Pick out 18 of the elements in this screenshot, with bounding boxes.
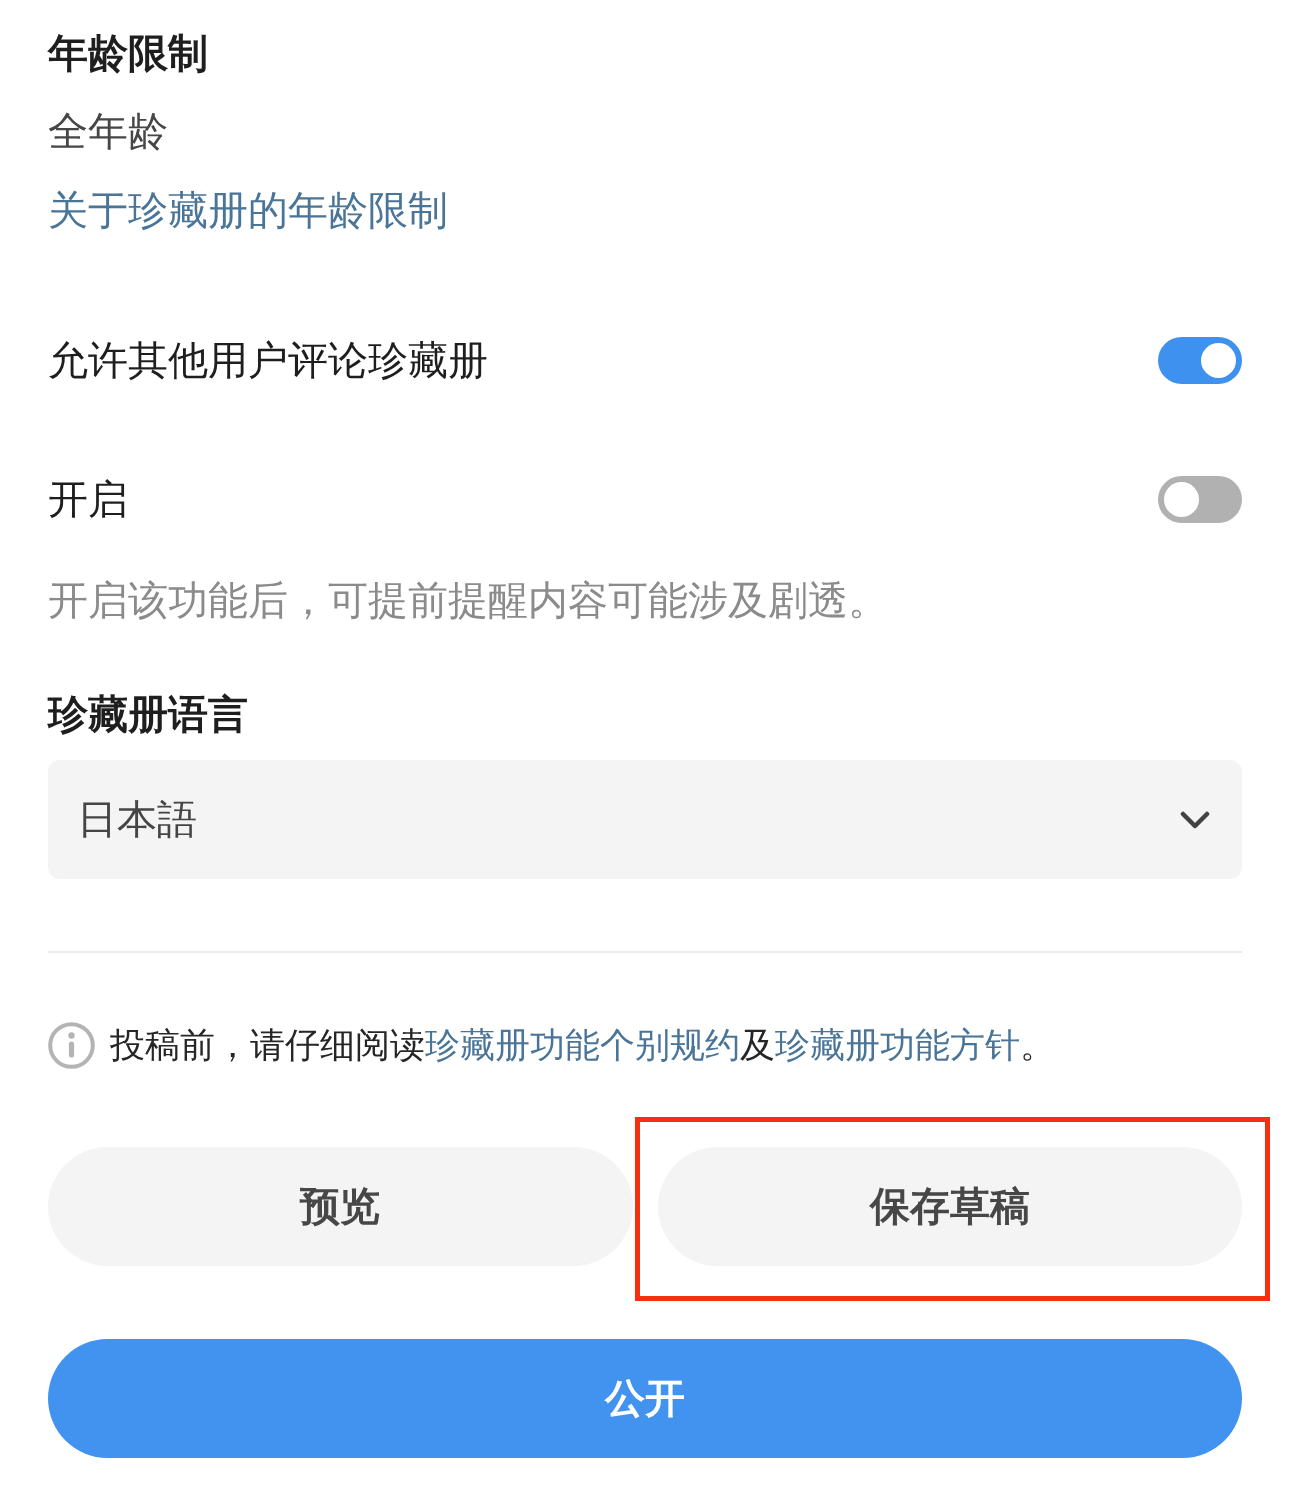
- info-icon: [48, 1021, 95, 1069]
- pill-button[interactable]: 保存草稿: [657, 1147, 1242, 1266]
- toggle-switch[interactable]: [1158, 475, 1242, 523]
- notice-text: 投稿前，请仔细阅读珍藏册功能个别规约及珍藏册功能方针。: [110, 1024, 1055, 1067]
- language-select[interactable]: 日本語: [48, 760, 1242, 879]
- section-heading: 年龄限制: [48, 29, 208, 78]
- pill-button[interactable]: 预览: [48, 1147, 633, 1266]
- section-heading: 珍藏册语言: [48, 690, 248, 739]
- publish-button[interactable]: 公开: [48, 1339, 1242, 1458]
- toggle-switch[interactable]: [1158, 336, 1242, 384]
- toggle-label: 允许其他用户评论珍藏册: [48, 336, 488, 385]
- chevron-down-icon: [1180, 810, 1210, 829]
- text-link[interactable]: 珍藏册功能方针: [775, 1025, 1020, 1065]
- toggle-label: 开启: [48, 475, 128, 524]
- text-link[interactable]: 珍藏册功能个别规约: [425, 1025, 740, 1065]
- spoiler-description: 开启该功能后，可提前提醒内容可能涉及剧透。: [48, 576, 888, 625]
- age-restriction-link[interactable]: 关于珍藏册的年龄限制: [48, 182, 448, 238]
- age-rating-value: 全年龄: [48, 107, 168, 156]
